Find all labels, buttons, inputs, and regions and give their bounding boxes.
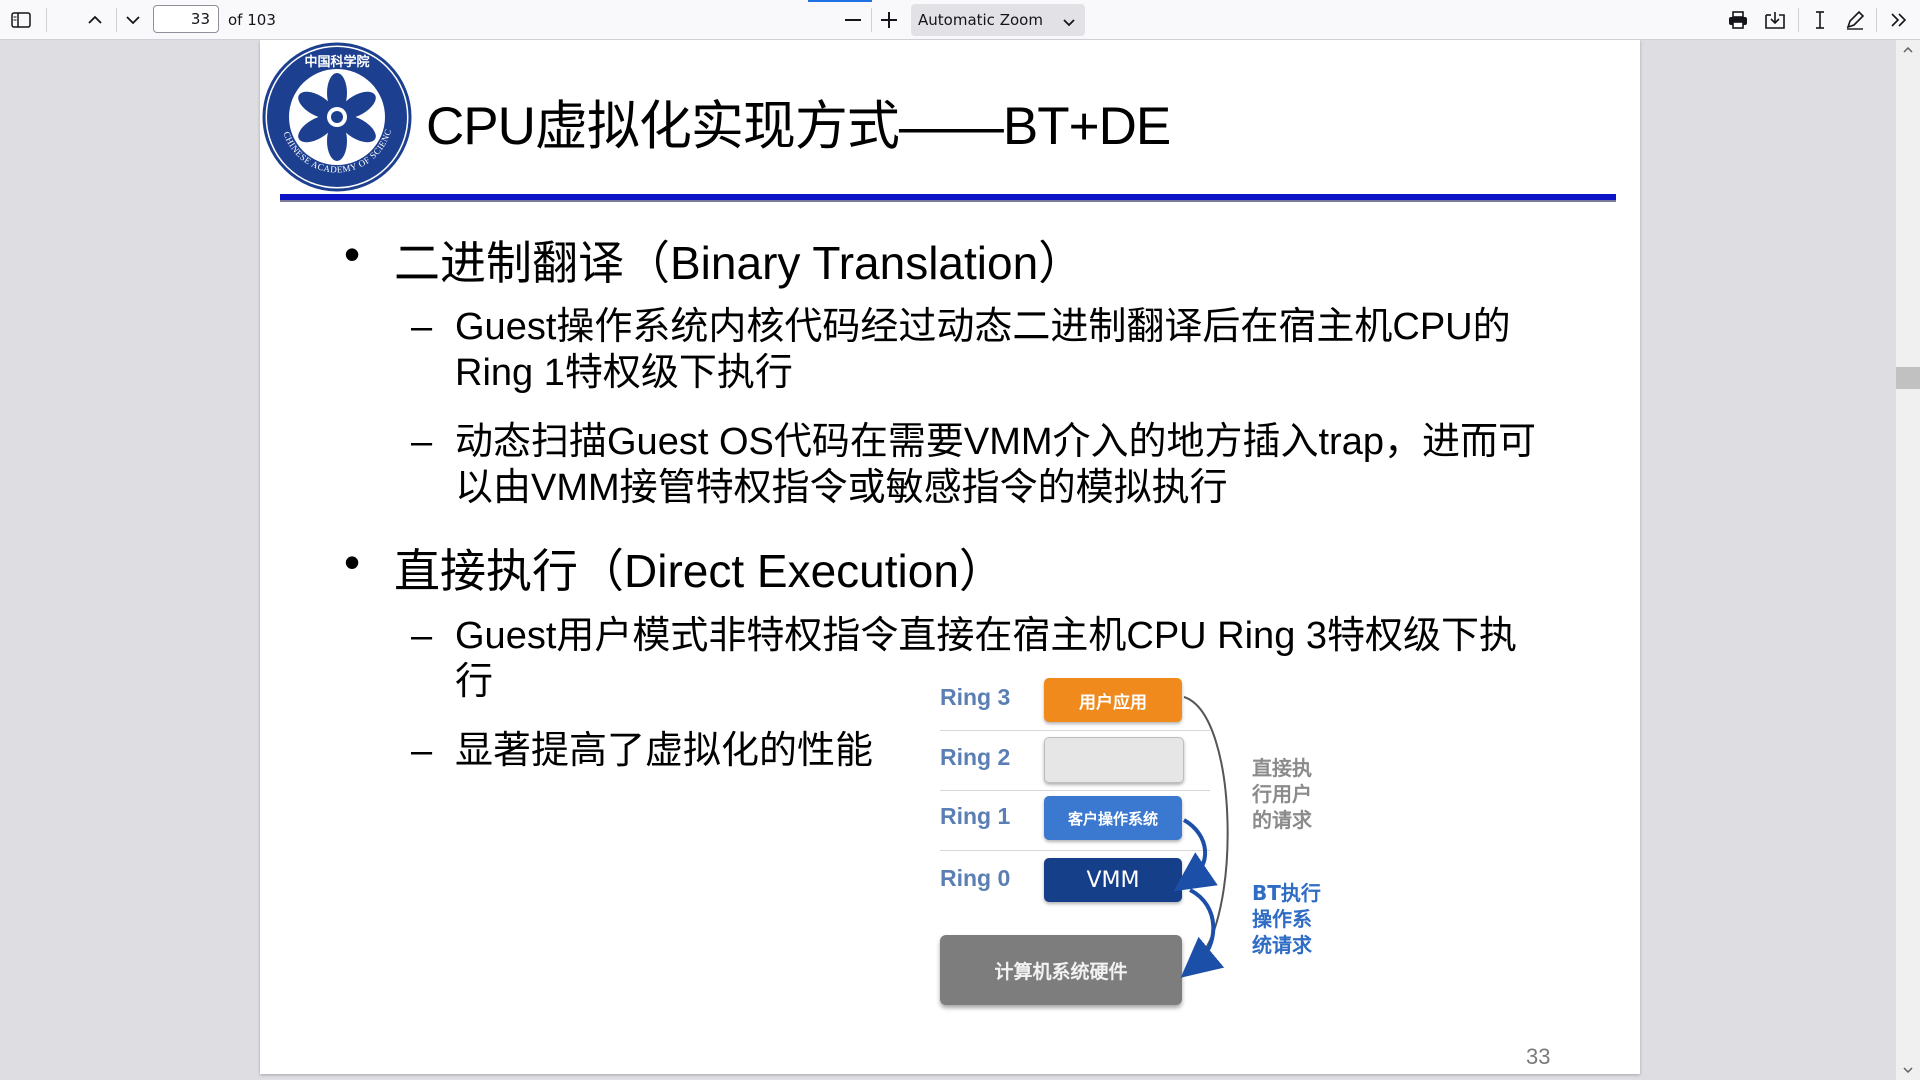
print-icon[interactable]	[1723, 5, 1753, 35]
slide-page-number: 33	[1526, 1044, 1551, 1069]
chevron-down-icon	[1063, 13, 1075, 31]
sub-bullet-dash: –	[411, 615, 433, 657]
save-icon[interactable]	[1760, 5, 1790, 35]
bullet-binary-translation: • 二进制翻译（Binary Translation）	[344, 227, 1085, 293]
sub-bullet-line: Ring 1特权级下执行	[455, 352, 793, 394]
sub-bullet: – Guest操作系统内核代码经过动态二进制翻译后在宿主机CPU的 Ring 1…	[411, 304, 1511, 396]
toolbar-separator	[871, 8, 872, 32]
scrollbar-thumb[interactable]	[1896, 367, 1920, 389]
toolbar-progress-indicator	[808, 0, 872, 2]
sub-bullet-line: 动态扫描Guest OS代码在需要VMM介入的地方插入trap，进而可	[455, 421, 1536, 463]
zoom-out-icon[interactable]	[838, 5, 868, 35]
sub-bullet: – 显著提高了虚拟化的性能	[411, 728, 874, 774]
page-count-label: of 103	[228, 11, 276, 29]
bt-arrow-to-vmm	[1173, 818, 1218, 892]
zoom-in-icon[interactable]	[874, 5, 904, 35]
bullet-dot: •	[344, 536, 361, 588]
direct-execution-arrow	[1183, 696, 1229, 961]
draw-icon[interactable]	[1840, 5, 1870, 35]
sub-bullet-line: 显著提高了虚拟化的性能	[455, 730, 874, 772]
toolbar-separator	[46, 8, 47, 32]
sub-bullet-dash: –	[411, 421, 433, 463]
previous-page-icon[interactable]	[80, 5, 110, 35]
slide-title: CPU虚拟化实现方式——BT+DE	[426, 97, 1171, 156]
more-tools-icon[interactable]	[1884, 5, 1914, 35]
title-rule	[280, 194, 1616, 200]
text-cursor-icon[interactable]	[1805, 5, 1835, 35]
toolbar-separator	[1798, 8, 1799, 32]
scroll-up-icon[interactable]	[1896, 40, 1920, 60]
zoom-select-label: Automatic Zoom	[918, 11, 1043, 29]
cas-logo-icon: CHINESE ACADEMY OF SCIENCES 中国科学院	[262, 42, 412, 192]
sub-bullet-line: Guest操作系统内核代码经过动态二进制翻译后在宿主机CPU的	[455, 306, 1511, 348]
document-viewer[interactable]: CHINESE ACADEMY OF SCIENCES 中国科学院 CPU虚拟化…	[0, 40, 1920, 1080]
direct-execution-note: 直接执 行用户 的请求	[1252, 756, 1312, 832]
bullet-direct-execution: • 直接执行（Direct Execution）	[344, 535, 1005, 601]
sub-bullet-line: 以由VMM接管特权指令或敏感指令的模拟执行	[455, 467, 1228, 509]
page-number-input[interactable]	[153, 5, 219, 33]
pdf-page: CHINESE ACADEMY OF SCIENCES 中国科学院 CPU虚拟化…	[260, 40, 1640, 1074]
pdf-toolbar: of 103 Automatic Zoom	[0, 0, 1920, 40]
scroll-down-icon[interactable]	[1896, 1060, 1920, 1080]
bullet-text: 直接执行（Direct Execution）	[394, 545, 1005, 597]
toolbar-separator	[116, 8, 117, 32]
sub-bullet: – 动态扫描Guest OS代码在需要VMM介入的地方插入trap，进而可 以由…	[411, 419, 1536, 511]
sub-bullet-dash: –	[411, 306, 433, 348]
zoom-select[interactable]: Automatic Zoom	[911, 4, 1085, 36]
privilege-ring-diagram: Ring 3 用户应用 Ring 2 Ring 1 客户操作系统 Ring 0 …	[940, 675, 1370, 1055]
bullet-dot: •	[344, 228, 361, 280]
bullet-text: 二进制翻译（Binary Translation）	[394, 237, 1085, 289]
next-page-icon[interactable]	[118, 5, 148, 35]
sub-bullet-line: Guest用户模式非特权指令直接在宿主机CPU Ring 3特权级下执	[455, 615, 1518, 657]
sub-bullet-dash: –	[411, 730, 433, 772]
flow-arrows	[1173, 696, 1229, 978]
sidebar-toggle-icon[interactable]	[6, 5, 36, 35]
svg-text:中国科学院: 中国科学院	[304, 54, 369, 70]
vertical-scrollbar[interactable]	[1896, 40, 1920, 1080]
toolbar-separator	[1876, 8, 1877, 32]
bt-execution-note: BT执行 操作系 统请求	[1252, 881, 1321, 957]
